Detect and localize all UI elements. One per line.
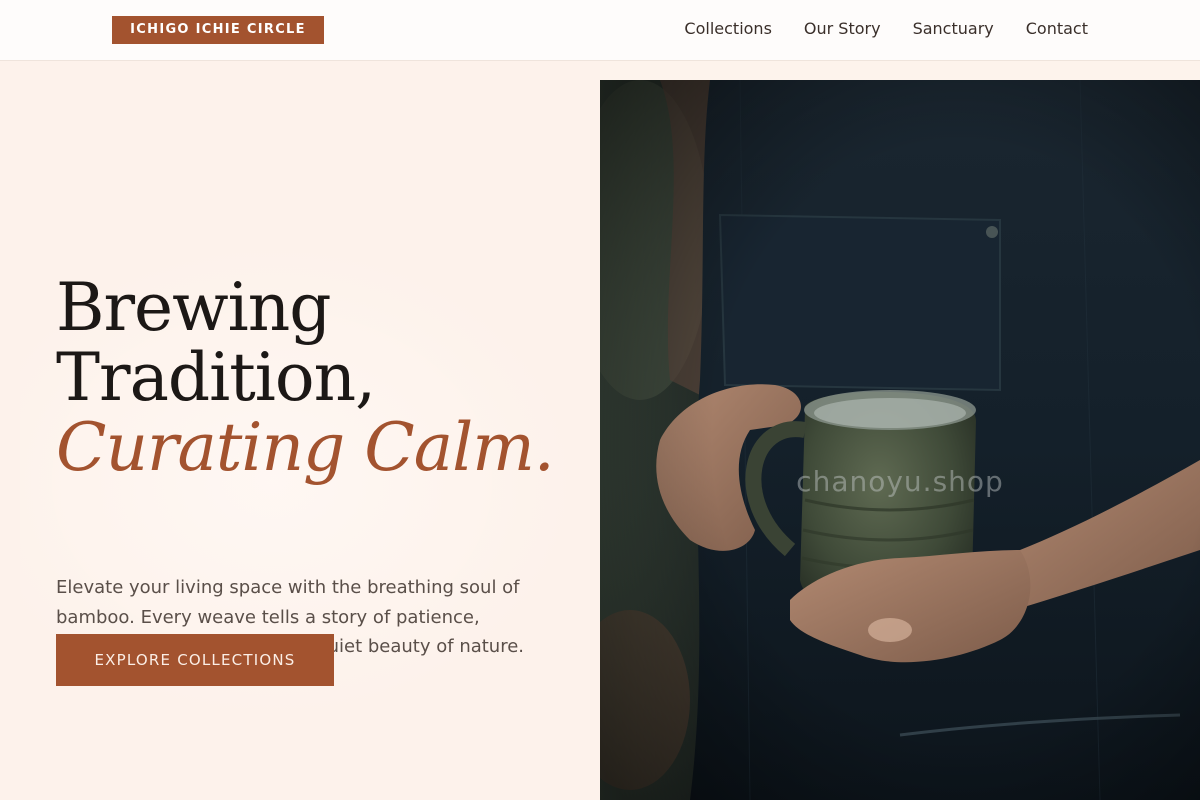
nav-link-our-story[interactable]: Our Story: [804, 19, 881, 38]
top-nav: ICHIGO ICHIE CIRCLE Collections Our Stor…: [0, 0, 1200, 61]
explore-collections-button[interactable]: EXPLORE COLLECTIONS: [56, 634, 334, 686]
hero-image-mug-hands: chanoyu.shop: [600, 80, 1200, 800]
nav-link-contact[interactable]: Contact: [1026, 19, 1088, 38]
nav-links: Collections Our Story Sanctuary Contact: [684, 0, 1088, 56]
headline-line-1: Brewing: [56, 269, 331, 346]
nav-link-collections[interactable]: Collections: [684, 19, 771, 38]
brand-logo[interactable]: ICHIGO ICHIE CIRCLE: [112, 16, 324, 44]
nav-link-sanctuary[interactable]: Sanctuary: [913, 19, 994, 38]
hero-headline: Brewing Tradition, Curating Calm.: [56, 269, 555, 486]
headline-line-2: Tradition,: [56, 339, 376, 416]
hero-text-panel: Brewing Tradition, Curating Calm. Elevat…: [0, 61, 600, 800]
mug-photo-illustration: [600, 80, 1200, 800]
headline-accent: Curating Calm.: [56, 409, 555, 486]
